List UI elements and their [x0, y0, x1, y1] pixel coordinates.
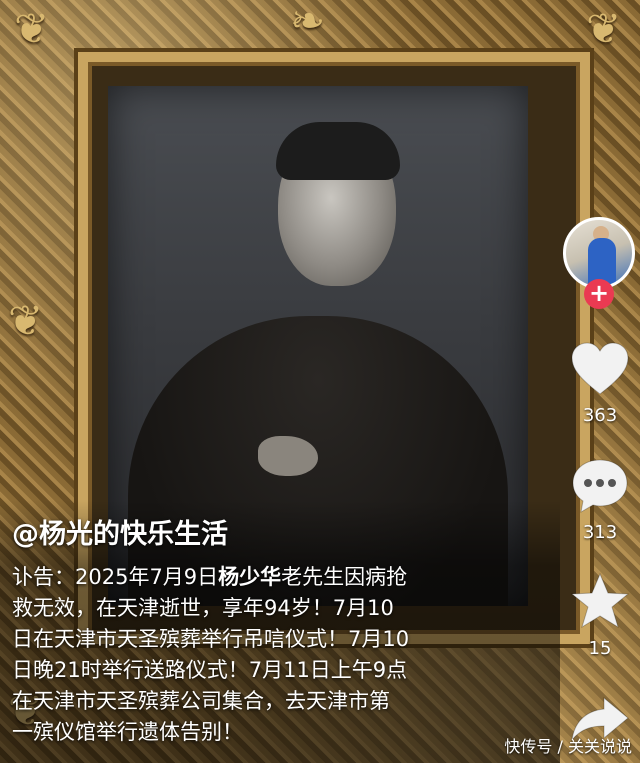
like-count: 363 — [582, 405, 618, 426]
like-heart-icon[interactable] — [568, 338, 632, 402]
portrait-hand — [258, 436, 318, 476]
caption-name-link[interactable]: 杨少华 — [218, 565, 281, 589]
comment-bubble-icon[interactable] — [568, 454, 632, 518]
frame-ornament-left: ❦ — [8, 296, 44, 345]
frame-ornament-top-center: ❧ — [290, 0, 326, 45]
caption-rest: 救无效，在天津逝世，享年94岁！7月10 日在天津市天圣殡葬举行吊唁仪式！7月1… — [12, 596, 410, 744]
frame-ornament-top-left: ❦ — [14, 4, 50, 53]
post-caption: 讣告：2025年7月9日杨少华老先生因病抢 救无效，在天津逝世，享年94岁！7月… — [12, 562, 498, 748]
favorite-star-icon[interactable] — [568, 570, 632, 634]
caption-line1-pre: 讣告：2025年7月9日 — [12, 565, 219, 589]
author-username[interactable]: @杨光的快乐生活 — [12, 512, 228, 551]
frame-ornament-top-right: ❦ — [586, 4, 622, 53]
comment-count: 313 — [582, 522, 618, 543]
favorite-count: 15 — [588, 638, 612, 659]
portrait-hair — [276, 122, 400, 180]
caption-line1-post: 老先生因病抢 — [281, 565, 408, 589]
follow-button[interactable]: + — [584, 279, 614, 309]
source-watermark: 快传号 / 关关说说 — [504, 737, 632, 756]
